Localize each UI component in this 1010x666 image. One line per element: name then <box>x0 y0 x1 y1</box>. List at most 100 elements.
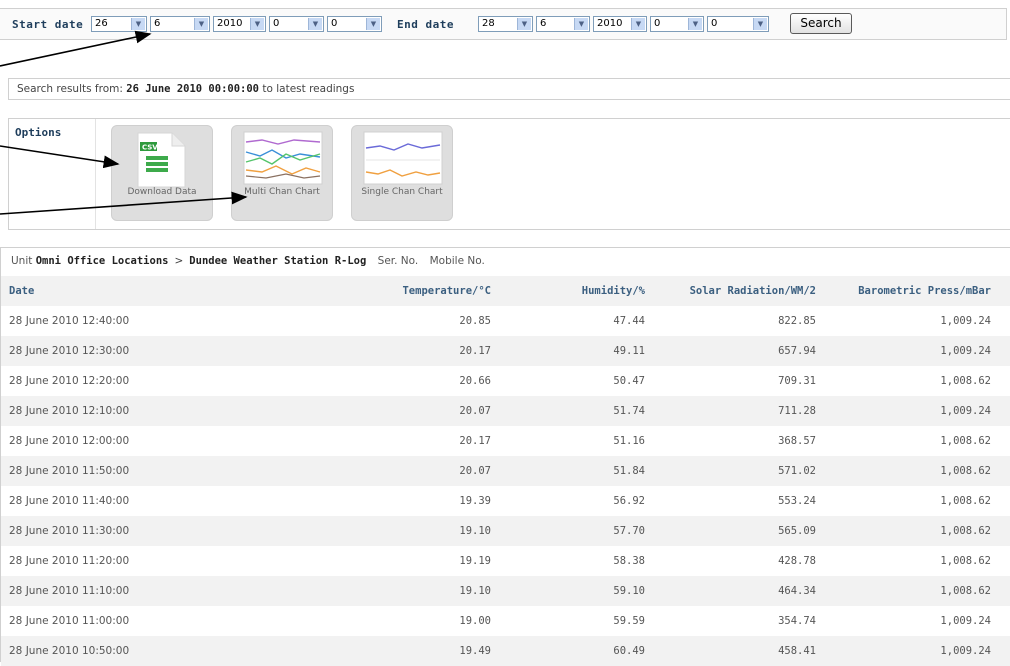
multi-chan-chart-button[interactable]: Multi Chan Chart <box>231 125 333 221</box>
cell-solar-radiation: 709.31 <box>778 375 816 387</box>
cell-humidity: 50.47 <box>613 375 645 387</box>
table-row: 28 June 2010 11:10:00 19.10 59.10 464.34 1,0… <box>1 576 1010 606</box>
column-header-humidity[interactable]: Humidity/% <box>582 276 645 306</box>
chevron-down-icon: ▼ <box>753 18 767 30</box>
breadcrumb-site-link[interactable]: Omni Office Locations <box>36 255 169 267</box>
chevron-down-icon: ▼ <box>194 18 208 30</box>
cell-date: 28 June 2010 12:30:00 <box>9 345 130 357</box>
cell-temperature: 20.85 <box>459 315 491 327</box>
cell-solar-radiation: 553.24 <box>778 495 816 507</box>
cell-solar-radiation: 464.34 <box>778 585 816 597</box>
cell-humidity: 58.38 <box>613 555 645 567</box>
cell-date: 28 June 2010 11:20:00 <box>9 555 130 567</box>
start-hour-select[interactable]: 0 ▼ <box>269 16 324 32</box>
single-chan-chart-button[interactable]: Single Chan Chart <box>351 125 453 221</box>
cell-solar-radiation: 428.78 <box>778 555 816 567</box>
cell-date: 28 June 2010 11:50:00 <box>9 465 130 477</box>
end-day-select[interactable]: 28 ▼ <box>478 16 533 32</box>
cell-solar-radiation: 822.85 <box>778 315 816 327</box>
cell-temperature: 20.07 <box>459 405 491 417</box>
cell-barometric-pressure: 1,008.62 <box>940 465 991 477</box>
cell-barometric-pressure: 1,009.24 <box>940 405 991 417</box>
end-year-select[interactable]: 2010 ▼ <box>593 16 647 32</box>
start-year-select[interactable]: 2010 ▼ <box>213 16 266 32</box>
chevron-down-icon: ▼ <box>517 18 531 30</box>
cell-humidity: 59.10 <box>613 585 645 597</box>
cell-temperature: 20.66 <box>459 375 491 387</box>
cell-barometric-pressure: 1,008.62 <box>940 435 991 447</box>
cell-barometric-pressure: 1,008.62 <box>940 375 991 387</box>
chevron-down-icon: ▼ <box>631 18 645 30</box>
multi-line-chart-icon <box>243 131 323 185</box>
single-line-chart-icon <box>363 131 443 185</box>
cell-date: 28 June 2010 12:10:00 <box>9 405 130 417</box>
cell-solar-radiation: 565.09 <box>778 525 816 537</box>
cell-date: 28 June 2010 11:30:00 <box>9 525 130 537</box>
start-month-select[interactable]: 6 ▼ <box>150 16 210 32</box>
cell-temperature: 19.10 <box>459 525 491 537</box>
breadcrumb-station: Dundee Weather Station R-Log <box>189 255 367 267</box>
cell-humidity: 59.59 <box>613 615 645 627</box>
table-header: Date Temperature/°C Humidity/% Solar Rad… <box>1 276 1010 306</box>
cell-temperature: 19.49 <box>459 645 491 657</box>
cell-solar-radiation: 657.94 <box>778 345 816 357</box>
csv-file-icon: CSV <box>137 132 186 188</box>
cell-barometric-pressure: 1,008.62 <box>940 495 991 507</box>
results-from-date: 26 June 2010 00:00:00 <box>126 83 260 95</box>
cell-temperature: 20.07 <box>459 465 491 477</box>
column-header-date[interactable]: Date <box>9 276 34 306</box>
table-row: 28 June 2010 12:00:00 20.17 51.16 368.57 1,0… <box>1 426 1010 456</box>
column-header-barometric-pressure[interactable]: Barometric Press/mBar <box>858 276 991 306</box>
table-row: 28 June 2010 11:00:00 19.00 59.59 354.74 1,0… <box>1 606 1010 636</box>
table-row: 28 June 2010 11:20:00 19.19 58.38 428.78 1,0… <box>1 546 1010 576</box>
cell-temperature: 19.39 <box>459 495 491 507</box>
cell-temperature: 20.17 <box>459 435 491 447</box>
table-row: 28 June 2010 12:10:00 20.07 51.74 711.28 1,0… <box>1 396 1010 426</box>
column-header-temperature[interactable]: Temperature/°C <box>402 276 491 306</box>
search-button[interactable]: Search <box>790 13 852 34</box>
cell-humidity: 47.44 <box>613 315 645 327</box>
breadcrumb-separator: > <box>174 255 184 267</box>
mobile-number-label: Mobile No. <box>429 255 485 267</box>
end-minute-select[interactable]: 0 ▼ <box>707 16 769 32</box>
cell-solar-radiation: 368.57 <box>778 435 816 447</box>
start-day-select[interactable]: 26 ▼ <box>91 16 147 32</box>
date-filter-bar: Start date 26 ▼ 6 ▼ 2010 ▼ 0 ▼ 0 ▼ End date 2… <box>0 8 1007 40</box>
end-month-select[interactable]: 6 ▼ <box>536 16 590 32</box>
cell-barometric-pressure: 1,009.24 <box>940 315 991 327</box>
cell-barometric-pressure: 1,009.24 <box>940 345 991 357</box>
cell-humidity: 51.74 <box>613 405 645 417</box>
cell-humidity: 49.11 <box>613 345 645 357</box>
chevron-down-icon: ▼ <box>574 18 588 30</box>
end-hour-select[interactable]: 0 ▼ <box>650 16 704 32</box>
options-title: Options <box>15 126 62 139</box>
cell-date: 28 June 2010 12:00:00 <box>9 435 130 447</box>
cell-barometric-pressure: 1,009.24 <box>940 645 991 657</box>
cell-barometric-pressure: 1,008.62 <box>940 525 991 537</box>
table-row: 28 June 2010 12:40:00 20.85 47.44 822.85 1,0… <box>1 306 1010 336</box>
svg-text:CSV: CSV <box>142 144 158 152</box>
breadcrumb: Unit Omni Office Locations > Dundee Weathe… <box>11 255 485 267</box>
table-row: 28 June 2010 12:20:00 20.66 50.47 709.31 1,0… <box>1 366 1010 396</box>
cell-solar-radiation: 571.02 <box>778 465 816 477</box>
table-row: 28 June 2010 12:30:00 20.17 49.11 657.94 1,0… <box>1 336 1010 366</box>
cell-temperature: 20.17 <box>459 345 491 357</box>
results-summary: Search results from: 26 June 2010 00:00:… <box>8 78 1010 100</box>
chevron-down-icon: ▼ <box>131 18 145 30</box>
cell-solar-radiation: 458.41 <box>778 645 816 657</box>
cell-humidity: 60.49 <box>613 645 645 657</box>
cell-date: 28 June 2010 11:00:00 <box>9 615 130 627</box>
cell-date: 28 June 2010 11:40:00 <box>9 495 130 507</box>
table-row: 28 June 2010 11:30:00 19.10 57.70 565.09 1,0… <box>1 516 1010 546</box>
single-chan-chart-label: Single Chan Chart <box>361 187 443 197</box>
cell-date: 28 June 2010 11:10:00 <box>9 585 130 597</box>
column-header-solar-radiation[interactable]: Solar Radiation/WM/2 <box>690 276 816 306</box>
chevron-down-icon: ▼ <box>688 18 702 30</box>
cell-barometric-pressure: 1,008.62 <box>940 555 991 567</box>
cell-date: 28 June 2010 10:50:00 <box>9 645 130 657</box>
table-row: 28 June 2010 11:40:00 19.39 56.92 553.24 1,0… <box>1 486 1010 516</box>
multi-chan-chart-label: Multi Chan Chart <box>244 187 320 197</box>
download-data-button[interactable]: CSV Download Data <box>111 125 213 221</box>
download-data-label: Download Data <box>127 187 197 197</box>
start-minute-select[interactable]: 0 ▼ <box>327 16 382 32</box>
